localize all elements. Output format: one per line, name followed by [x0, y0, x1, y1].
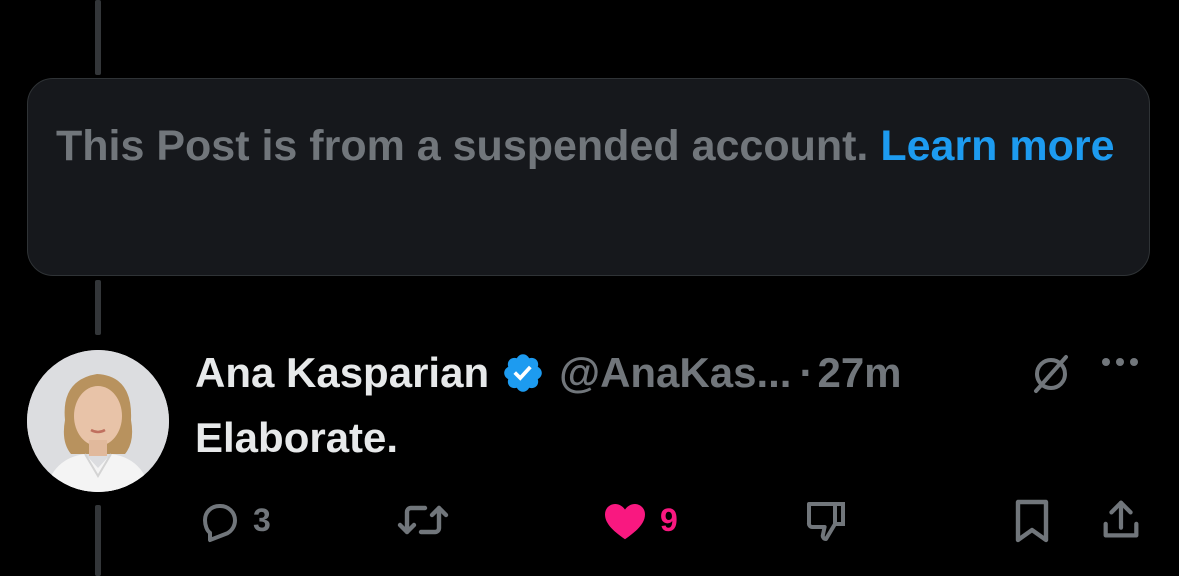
bookmark-icon: [1015, 499, 1049, 543]
share-button[interactable]: [1098, 490, 1144, 550]
reply-icon: [203, 504, 237, 542]
avatar-photo: [27, 350, 169, 492]
like-count: 9: [660, 501, 678, 538]
tweet-text: Elaborate.: [195, 414, 399, 461]
like-button[interactable]: 9: [600, 490, 678, 550]
separator-dot: ·: [799, 349, 814, 396]
thread-line-top: [95, 0, 101, 75]
suspended-notice-text: This Post is from a suspended account.: [56, 122, 869, 170]
thread-line-middle: [95, 280, 101, 335]
reply-count: 3: [253, 501, 271, 538]
author-name[interactable]: Ana Kasparian: [195, 349, 489, 397]
more-icon[interactable]: [1100, 355, 1140, 374]
bookmark-button[interactable]: [1010, 490, 1054, 550]
thread-line-bottom: [95, 505, 101, 576]
heart-icon: [605, 504, 645, 540]
post-time[interactable]: 27m: [817, 349, 901, 397]
avatar[interactable]: [27, 350, 169, 492]
retweet-icon: [397, 505, 449, 535]
share-icon: [1103, 500, 1139, 538]
author-handle[interactable]: @AnaKas...: [559, 349, 791, 397]
suspended-post-notice: This Post is from a suspended account. L…: [27, 78, 1150, 276]
tweet-actions: 3 9: [0, 490, 1179, 550]
dislike-icon: [806, 502, 845, 541]
reply-button[interactable]: 3: [195, 490, 271, 550]
tweet-header: Ana Kasparian @AnaKas... · 27m: [195, 343, 1155, 403]
verified-badge-icon: [501, 351, 545, 395]
retweet-button[interactable]: [395, 490, 451, 550]
dislike-button[interactable]: [803, 490, 851, 550]
learn-more-link[interactable]: Learn more: [880, 122, 1114, 170]
grok-icon[interactable]: [1028, 351, 1074, 402]
